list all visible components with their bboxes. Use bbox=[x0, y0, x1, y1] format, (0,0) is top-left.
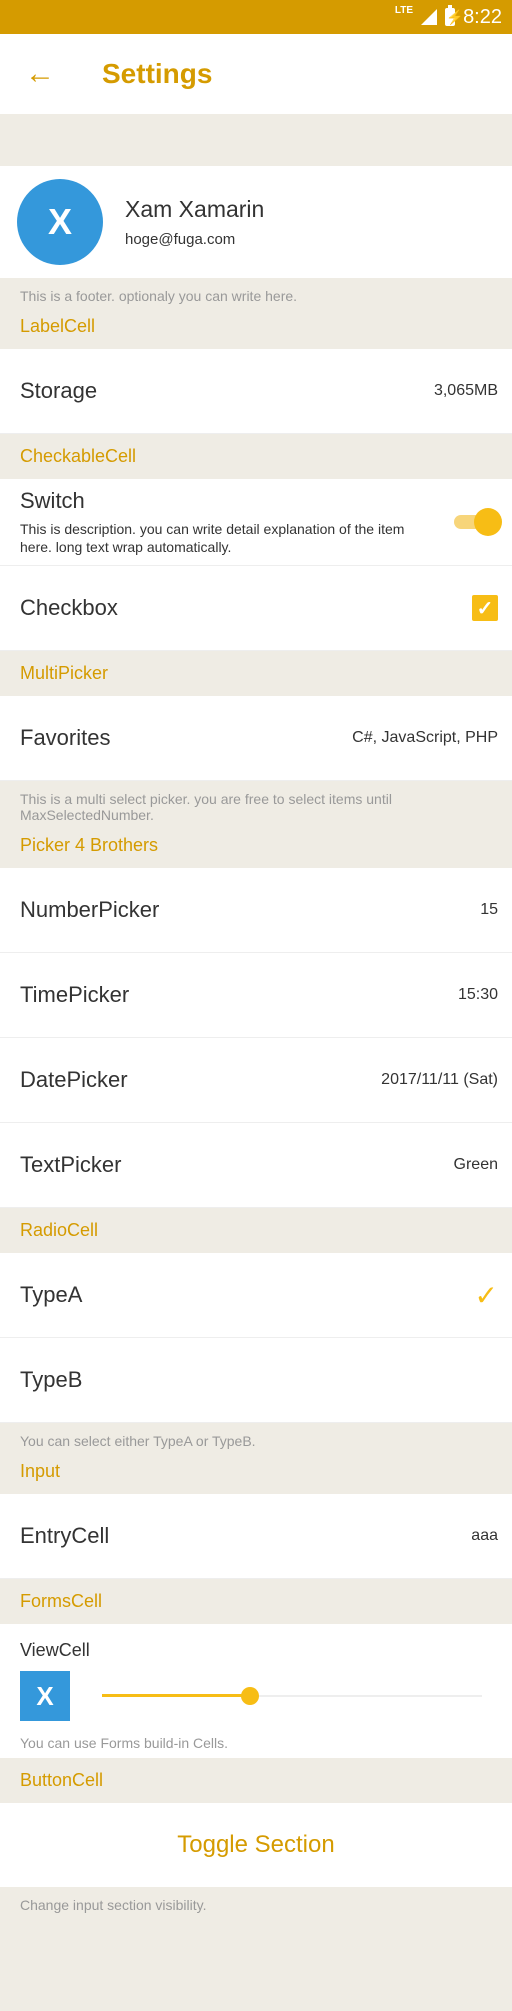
switch-label: Switch bbox=[20, 488, 85, 513]
radio-typeb-cell[interactable]: TypeB bbox=[0, 1338, 512, 1423]
section-header-buttoncell: ButtonCell bbox=[20, 1770, 104, 1790]
storage-cell[interactable]: Storage 3,065MB bbox=[0, 349, 512, 434]
check-icon: ✓ bbox=[474, 1279, 498, 1311]
slider-thumb[interactable] bbox=[241, 1687, 260, 1705]
checkbox-cell[interactable]: Checkbox ✓ bbox=[0, 566, 512, 651]
signal-icon bbox=[421, 9, 438, 25]
picker-value: 2017/11/11 (Sat) bbox=[381, 1071, 498, 1088]
storage-value: 3,065MB bbox=[433, 382, 498, 399]
section-header-radiocell: RadioCell bbox=[20, 1220, 99, 1240]
back-arrow-icon[interactable]: ← bbox=[0, 57, 80, 91]
page-title: Settings bbox=[102, 58, 213, 89]
slider[interactable] bbox=[102, 1686, 482, 1706]
profile-cell[interactable]: X Xam Xamarin hoge@fuga.com bbox=[0, 166, 512, 278]
favorites-value: C#, JavaScript, PHP bbox=[352, 729, 498, 746]
switch-description: This is description. you can write detai… bbox=[20, 521, 405, 555]
section-header-formscell: FormsCell bbox=[20, 1591, 103, 1611]
picker-value: Green bbox=[453, 1156, 498, 1173]
entry-cell[interactable]: EntryCell aaa bbox=[0, 1494, 512, 1579]
radio-label: TypeA bbox=[20, 1282, 83, 1307]
picker-label: DatePicker bbox=[20, 1067, 128, 1092]
section-header-multipicker: MultiPicker bbox=[20, 663, 109, 683]
entry-label: EntryCell bbox=[20, 1523, 110, 1548]
date-picker-cell[interactable]: DatePicker 2017/11/11 (Sat) bbox=[0, 1038, 512, 1123]
status-time: 8:22 bbox=[463, 5, 502, 28]
picker-value: 15:30 bbox=[457, 986, 498, 1003]
app-bar: ← Settings bbox=[0, 34, 512, 114]
section-header-labelcell: LabelCell bbox=[20, 316, 96, 336]
picker-label: NumberPicker bbox=[20, 897, 160, 922]
multipicker-footer: This is a multi select picker. you are f… bbox=[20, 791, 392, 823]
profile-email: hoge@fuga.com bbox=[125, 231, 236, 248]
toggle-section-cell[interactable]: Toggle Section bbox=[0, 1803, 512, 1887]
storage-label: Storage bbox=[20, 378, 98, 403]
battery-icon: ⚡ bbox=[445, 5, 464, 26]
viewcell-description: You can use Forms build-in Cells. bbox=[20, 1735, 229, 1751]
radio-typea-cell[interactable]: TypeA ✓ bbox=[0, 1253, 512, 1338]
xamarin-logo-icon: X bbox=[17, 179, 103, 265]
profile-name: Xam Xamarin bbox=[125, 196, 265, 222]
view-cell: ViewCell X You can use Forms build-in Ce… bbox=[0, 1624, 512, 1758]
favorites-cell[interactable]: Favorites C#, JavaScript, PHP bbox=[0, 696, 512, 781]
section-header-checkablecell: CheckableCell bbox=[20, 446, 137, 466]
viewcell-label: ViewCell bbox=[20, 1640, 90, 1660]
status-bar: LTE ⚡ 8:22 bbox=[0, 0, 512, 34]
profile-footer: This is a footer. optionaly you can writ… bbox=[20, 288, 298, 304]
button-footer: Change input section visibility. bbox=[20, 1897, 207, 1913]
radio-footer: You can select either TypeA or TypeB. bbox=[20, 1433, 256, 1449]
switch-cell[interactable]: Switch This is description. you can writ… bbox=[0, 479, 512, 566]
picker-label: TimePicker bbox=[20, 982, 130, 1007]
picker-value: 15 bbox=[480, 901, 498, 918]
picker-label: TextPicker bbox=[20, 1152, 122, 1177]
entry-value[interactable]: aaa bbox=[471, 1527, 498, 1545]
time-picker-cell[interactable]: TimePicker 15:30 bbox=[0, 953, 512, 1038]
lte-label: LTE bbox=[394, 4, 414, 16]
radio-label: TypeB bbox=[20, 1367, 83, 1392]
section-header-input: Input bbox=[20, 1461, 61, 1481]
text-picker-cell[interactable]: TextPicker Green bbox=[0, 1123, 512, 1208]
toggle-switch[interactable] bbox=[454, 508, 502, 536]
xamarin-square-logo-icon: X bbox=[20, 1671, 70, 1721]
favorites-label: Favorites bbox=[20, 725, 111, 750]
section-header-pickers: Picker 4 Brothers bbox=[20, 835, 159, 855]
number-picker-cell[interactable]: NumberPicker 15 bbox=[0, 868, 512, 953]
toggle-section-button[interactable]: Toggle Section bbox=[177, 1831, 334, 1859]
checkbox-label: Checkbox bbox=[20, 595, 118, 620]
checkbox-checked-icon[interactable]: ✓ bbox=[472, 595, 498, 621]
